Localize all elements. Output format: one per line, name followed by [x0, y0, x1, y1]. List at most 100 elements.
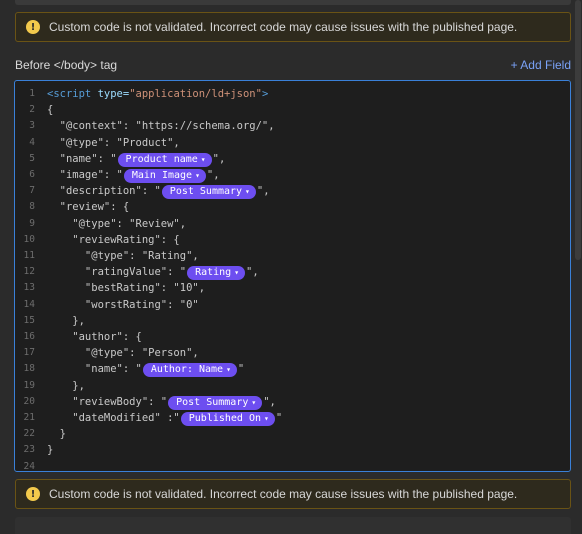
dynamic-field-published-on[interactable]: Published On ▾: [180, 412, 275, 426]
code-line: 23}: [15, 442, 570, 458]
code-line: 18 "name": " Author: Name ▾ ": [15, 361, 570, 378]
bottom-panel: [15, 517, 571, 534]
code-text: "review": {: [47, 201, 130, 214]
warning-icon: !: [26, 487, 40, 501]
code-text: "ratingValue": ": [47, 266, 187, 279]
chevron-down-icon: ▾: [251, 397, 257, 407]
warning-banner-bottom: ! Custom code is not validated. Incorrec…: [15, 479, 571, 509]
code-text: "@type": "Review",: [47, 217, 187, 230]
code-line: 5 "name": " Product name ▾ ",: [15, 151, 570, 167]
code-line: 21 "dateModified" :" Published On ▾ ": [15, 410, 570, 426]
line-number: 11: [23, 250, 35, 261]
section-label: Before </body> tag: [15, 58, 118, 72]
dynamic-field-post-summary[interactable]: Post Summary ▾: [161, 185, 256, 200]
chevron-down-icon: ▾: [245, 187, 250, 197]
chevron-down-icon: ▾: [264, 414, 269, 423]
line-number: 1: [29, 88, 35, 99]
code-text: },: [47, 379, 85, 392]
dynamic-field-author-name[interactable]: Author: Name ▾: [142, 363, 237, 378]
code-text: ": [237, 363, 245, 376]
code-line: 1 <script type="application/ld+json">: [15, 86, 570, 102]
code-text: "worstRating": "0": [47, 298, 199, 311]
line-number: 18: [23, 363, 35, 375]
warning-banner-top: ! Custom code is not validated. Incorrec…: [15, 12, 571, 42]
code-line: 14 "worstRating": "0": [15, 297, 570, 313]
code-text: "description": ": [47, 185, 161, 198]
code-text: ": [275, 412, 283, 424]
line-number: 2: [29, 104, 35, 116]
chevron-down-icon: ▾: [226, 365, 231, 375]
chevron-down-icon: ▾: [200, 154, 206, 164]
code-text: "application/ld+json": [129, 88, 262, 100]
dynamic-field-main-image[interactable]: Main Image ▾: [123, 169, 206, 183]
code-text: >: [261, 88, 269, 100]
field-label: Author: Name: [150, 364, 224, 376]
warning-icon: !: [26, 20, 40, 34]
code-line: 16 "author": {: [15, 329, 570, 345]
line-number: 12: [23, 266, 35, 278]
field-label: Main Image: [131, 170, 193, 181]
line-number: 19: [23, 379, 35, 391]
code-text: ",: [256, 185, 270, 198]
code-line: 10 "reviewRating": {: [15, 232, 570, 248]
line-number: 20: [23, 395, 35, 407]
code-line: 20 "reviewBody": " Post Summary ▾ ",: [15, 394, 570, 410]
code-text: "author": {: [47, 331, 142, 343]
code-text: "@type": "Person",: [47, 347, 199, 360]
code-line: 12 "ratingValue": " Rating ▾ ",: [15, 264, 570, 281]
field-label: Post Summary: [169, 186, 243, 198]
bottom-panel-edge: [0, 512, 582, 534]
code-text: "dateModified" :": [47, 412, 180, 424]
line-number: 6: [29, 169, 35, 180]
line-number: 4: [29, 136, 35, 148]
dynamic-field-post-summary-review[interactable]: Post Summary ▾: [168, 395, 263, 410]
code-line: 9 "@type": "Review",: [15, 216, 570, 232]
line-number: 5: [29, 152, 35, 164]
code-text: "bestRating": "10",: [47, 282, 206, 295]
line-number: 21: [23, 412, 35, 423]
code-line: 7 "description": " Post Summary ▾ ",: [15, 183, 570, 200]
line-number: 8: [29, 201, 35, 213]
line-number: 14: [23, 298, 35, 310]
line-number: 3: [29, 120, 35, 132]
code-line: 22 }: [15, 426, 570, 442]
code-text: "reviewRating": {: [47, 233, 180, 246]
code-line: 13 "bestRating": "10",: [15, 280, 570, 296]
code-text: }: [47, 428, 66, 441]
code-editor[interactable]: 1 <script type="application/ld+json"> 2{ …: [14, 80, 571, 472]
code-text: ",: [246, 266, 259, 279]
line-number: 10: [23, 233, 35, 245]
code-line: 24: [15, 459, 570, 471]
scrollbar-thumb[interactable]: [575, 0, 581, 260]
line-number: 16: [23, 331, 35, 342]
code-line: 3 "@context": "https://schema.org/",: [15, 118, 570, 134]
scrollbar[interactable]: [574, 0, 582, 534]
field-label: Published On: [188, 413, 262, 424]
code-text: }: [47, 444, 54, 457]
code-text: <script: [47, 88, 92, 100]
code-text: {: [47, 104, 54, 117]
code-line: 8 "review": {: [15, 199, 570, 215]
code-line: 2{: [15, 102, 570, 118]
code-line: 11 "@type": "Rating",: [15, 248, 570, 264]
line-number: 9: [29, 217, 35, 229]
code-text: "name": ": [47, 152, 117, 165]
code-text: "reviewBody": ": [47, 395, 168, 408]
line-number: 17: [23, 347, 35, 359]
code-line: 6 "image": " Main Image ▾ ",: [15, 167, 570, 183]
code-line: 15 },: [15, 313, 570, 329]
dynamic-field-rating[interactable]: Rating ▾: [187, 266, 246, 281]
dynamic-field-product-name[interactable]: Product name ▾: [117, 152, 212, 167]
line-number: 13: [23, 282, 35, 294]
code-text: type=: [91, 88, 130, 100]
field-label: Post Summary: [176, 396, 249, 408]
code-text: "@type": "Product",: [47, 136, 180, 149]
top-panel-edge: [0, 0, 582, 8]
code-text: ",: [212, 152, 226, 165]
warning-text: Custom code is not validated. Incorrect …: [49, 487, 518, 501]
code-line: 17 "@type": "Person",: [15, 345, 570, 361]
add-field-button[interactable]: + Add Field: [511, 58, 571, 72]
field-label: Rating: [195, 267, 232, 279]
line-number: 22: [23, 428, 35, 440]
warning-text: Custom code is not validated. Incorrect …: [49, 20, 518, 34]
